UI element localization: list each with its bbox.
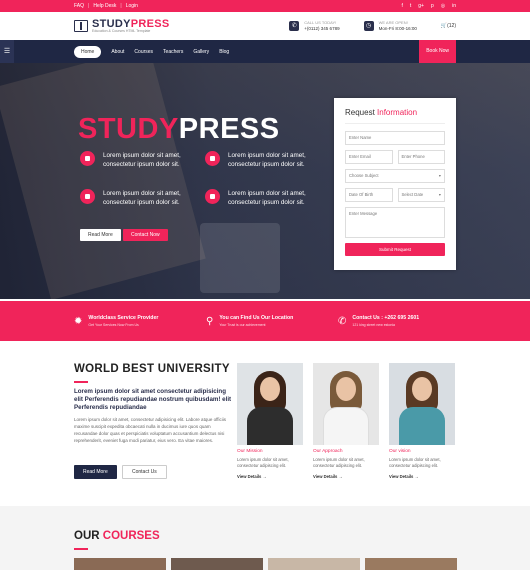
sidebar-toggle-icon[interactable]: ☰ [0,40,14,63]
help-desk-link[interactable]: Help Desk [93,3,116,9]
nav-about[interactable]: About [111,49,124,55]
dob-input[interactable]: Date Of Birth [345,188,393,202]
hero-feature: Lorem ipsum dolor sit amet, consectetur … [80,151,203,170]
nav-home[interactable]: Home [74,45,102,58]
graduation-cap-icon [205,189,220,204]
heading-underline [74,381,88,383]
heading-underline [74,548,88,550]
course-thumbnail[interactable] [74,558,166,570]
about-heading: WORLD BEST UNIVERSITY [74,363,230,375]
request-form: Request Information Enter Name Enter Ema… [334,98,456,270]
course-thumbnail[interactable] [171,558,263,570]
logo-tagline: Education & Courses HTML Template [92,28,151,33]
twitter-icon[interactable]: t [410,3,411,9]
hero-feature: Lorem ipsum dolor sit amet, consectetur … [205,189,328,208]
location-pin-icon: ⚲ [206,315,214,327]
approach-card: Our Approach Lorem ipsum dolor sit amet,… [313,363,379,479]
main-nav: ☰ Home About Courses Teachers Gallery Bl… [0,40,530,63]
about-section: WORLD BEST UNIVERSITY Lorem ipsum dolor … [0,341,530,506]
hero-feature: Lorem ipsum dolor sit amet, consectetur … [205,151,328,170]
open-hours: ◷ WE ARE OPEN! Mon-Fri 8:00-16:00 [363,20,417,31]
about-body: Lorem ipsum dolor sit amet, consectetur … [74,417,226,443]
name-input[interactable]: Enter Name [345,131,445,145]
mission-card: Our Mission Lorem ipsum dolor sit amet, … [237,363,303,479]
strip-item: ⚲ You can Find Us Our Location Your Trust… [206,315,294,327]
form-title: Request Information [345,108,445,124]
info-strip: ✹ Worldclass Service Provider Get Your Se… [0,301,530,341]
nav-teachers[interactable]: Teachers [163,49,183,55]
call-info: ✆ CALL US TODAY! +(0112) 345 6789 [289,20,340,31]
phone-icon: ✆ [289,21,300,31]
dribbble-icon[interactable]: ◎ [441,3,445,9]
chevron-down-icon: ▾ [438,192,441,197]
faq-link[interactable]: FAQ [74,3,84,9]
view-details-link[interactable]: View Details → [313,474,379,479]
student-photo [237,363,303,445]
top-bar: FAQ | Help Desk | Login f t g+ p ◎ in [0,0,530,12]
student-photo [389,363,455,445]
linkedin-icon[interactable]: in [452,3,456,9]
hero-feature: Lorem ipsum dolor sit amet, consectetur … [80,189,203,208]
hero-read-more-button[interactable]: Read More [80,229,121,241]
facebook-icon[interactable]: f [401,3,402,9]
logo[interactable]: STUDYPRESS Education & Courses HTML Temp… [74,18,170,34]
nav-courses[interactable]: Courses [134,49,153,55]
cart-button[interactable]: 🛒(12) [441,23,456,29]
chevron-down-icon: ▾ [438,173,441,178]
separator: | [88,3,90,9]
course-thumbnail[interactable] [268,558,360,570]
book-icon [74,20,88,32]
strip-item: ✹ Worldclass Service Provider Get Your Se… [74,315,159,327]
header-contacts: ✆ CALL US TODAY! +(0112) 345 6789 ◷ WE AR… [289,20,456,31]
vision-card: Our vision Lorem ipsum dolor sit amet, c… [389,363,455,479]
email-input[interactable]: Enter Email [345,150,393,164]
google-plus-icon[interactable]: g+ [418,3,424,9]
course-thumbnail[interactable] [365,558,457,570]
phone-icon: ✆ [338,315,347,327]
nav-gallery[interactable]: Gallery [193,49,209,55]
about-contact-button[interactable]: Contact Us [122,465,167,479]
about-lead: Lorem ipsum dolor sit amet consectetur a… [74,388,232,412]
date-select[interactable]: Select Date ▾ [397,188,445,202]
nav-blog[interactable]: Blog [219,49,229,55]
pencil-icon [80,151,95,166]
top-links: FAQ | Help Desk | Login [74,3,138,9]
nav-menu: Home About Courses Teachers Gallery Blog [74,45,229,58]
view-details-link[interactable]: View Details → [237,474,303,479]
submit-request-button[interactable]: Submit Request [345,243,445,256]
login-link[interactable]: Login [126,3,138,9]
pinterest-icon[interactable]: p [431,3,434,9]
lightbulb-icon [205,151,220,166]
hero-contact-now-button[interactable]: Contact Now [123,229,168,241]
gear-icon: ✹ [74,315,83,327]
social-links: f t g+ p ◎ in [401,3,456,9]
site-header: STUDYPRESS Education & Courses HTML Temp… [0,12,530,40]
subject-select[interactable]: Choose Subject ▾ [345,169,445,183]
mobile-icon [80,189,95,204]
about-read-more-button[interactable]: Read More [74,465,117,479]
strip-item: ✆ Contact Us : +262 695 2601 121 king str… [338,315,420,327]
clock-icon: ◷ [363,21,374,31]
courses-section: OUR COURSES [0,506,530,570]
courses-heading: OUR COURSES [74,530,160,542]
message-textarea[interactable]: Enter Message [345,207,445,238]
view-details-link[interactable]: View Details → [389,474,455,479]
phone-input[interactable]: Enter Phone [397,150,445,164]
student-photo [313,363,379,445]
book-now-button[interactable]: Book Now [419,40,456,63]
hero-title: STUDYPRESS [78,113,280,145]
separator: | [120,3,122,9]
